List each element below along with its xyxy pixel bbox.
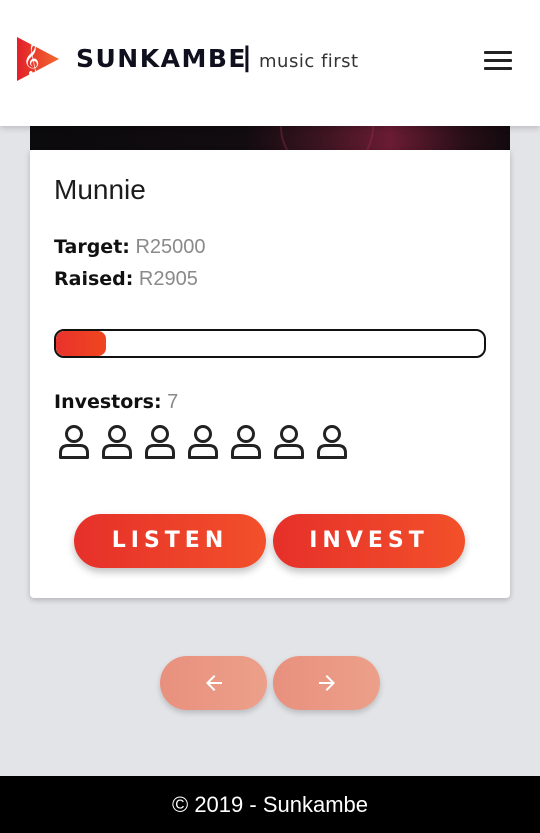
brand-tagline: music first <box>259 51 359 72</box>
copyright-text: © 2019 - Sunkambe <box>172 792 368 817</box>
investors-label: Investors: <box>54 391 162 413</box>
brand-name[interactable]: SUNKAMBE <box>76 44 247 73</box>
listen-button[interactable]: LISTEN <box>74 514 266 568</box>
brand-separator: | <box>242 42 252 73</box>
target-label: Target: <box>54 236 130 258</box>
target-row: Target: R25000 <box>54 236 206 259</box>
svg-text:𝄞: 𝄞 <box>23 42 40 76</box>
campaign-card: Munnie Target: R25000 Raised: R2905 Inve… <box>30 150 510 598</box>
investors-row: Investors: 7 <box>54 391 178 414</box>
person-icon <box>59 425 89 459</box>
person-icon <box>188 425 218 459</box>
funding-progress-bar <box>54 329 486 358</box>
person-icon <box>274 425 304 459</box>
artist-name: Munnie <box>54 174 146 205</box>
funding-progress-fill <box>56 331 106 356</box>
raised-value: R2905 <box>138 268 198 290</box>
raised-row: Raised: R2905 <box>54 268 198 291</box>
invest-button[interactable]: INVEST <box>273 514 465 568</box>
previous-button[interactable] <box>160 656 267 710</box>
site-footer: © 2019 - Sunkambe <box>0 776 540 833</box>
person-icon <box>102 425 132 459</box>
person-icon <box>231 425 261 459</box>
arrow-right-icon <box>319 675 335 691</box>
site-header: 𝄞 SUNKAMBE | music first <box>0 0 540 126</box>
person-icon <box>145 425 175 459</box>
person-icon <box>317 425 347 459</box>
next-button[interactable] <box>273 656 380 710</box>
target-value: R25000 <box>135 236 206 258</box>
investors-count: 7 <box>167 391 179 413</box>
raised-label: Raised: <box>54 268 134 290</box>
hamburger-menu-icon[interactable] <box>484 51 512 71</box>
investor-icons <box>58 424 348 462</box>
music-play-logo-icon[interactable]: 𝄞 <box>14 34 62 84</box>
arrow-left-icon <box>206 675 222 691</box>
